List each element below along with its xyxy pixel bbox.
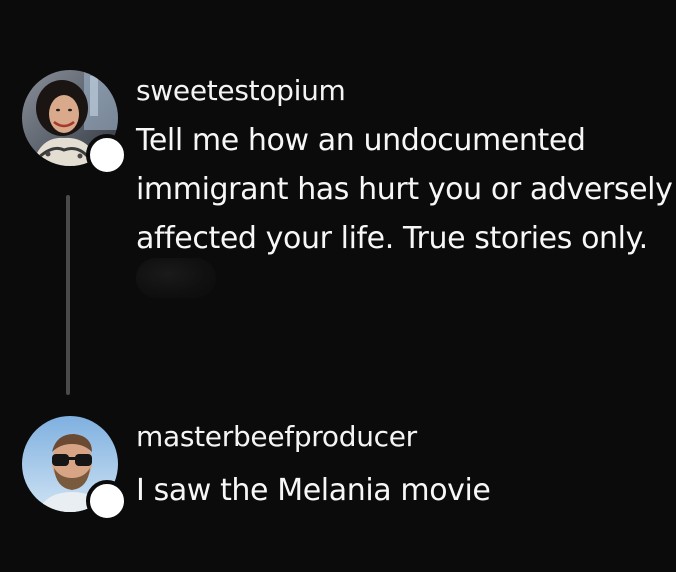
post-text: I saw the Melania movie [136, 473, 491, 508]
thread-line [66, 195, 70, 395]
media-placeholder [136, 258, 216, 298]
username[interactable]: masterbeefproducer [136, 420, 417, 453]
username[interactable]: sweetestopium [136, 74, 346, 107]
status-dot[interactable] [86, 134, 128, 176]
avatar-wrap[interactable] [22, 416, 128, 522]
post-text: Tell me how an undocumented immigrant ha… [136, 123, 673, 256]
avatar-wrap[interactable] [22, 70, 128, 176]
status-dot[interactable] [86, 480, 128, 522]
